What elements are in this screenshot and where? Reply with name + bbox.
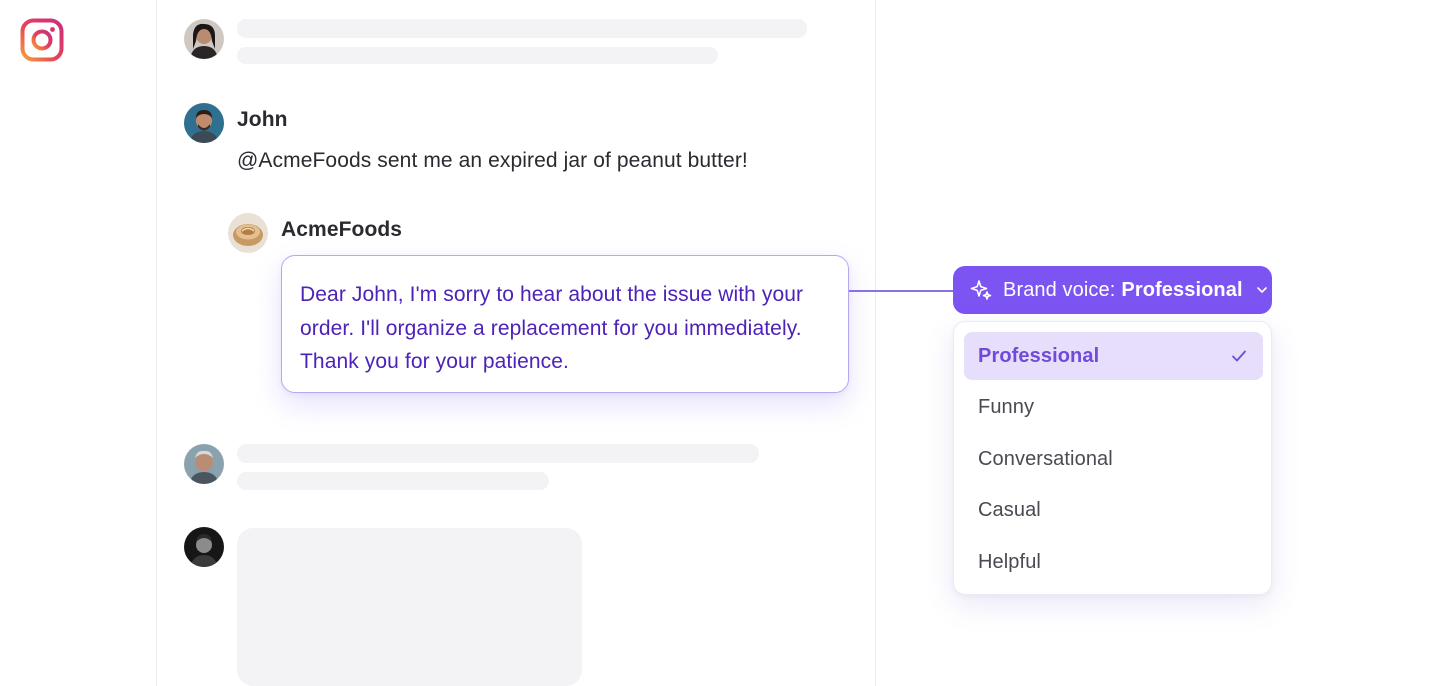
brand-voice-button[interactable]: Brand voice: Professional [953, 266, 1272, 314]
avatar[interactable] [184, 527, 224, 567]
reply-author[interactable]: AcmeFoods [281, 218, 402, 242]
option-label: Professional [978, 344, 1100, 367]
option-professional[interactable]: Professional [964, 332, 1263, 380]
skeleton-line [237, 47, 718, 64]
skeleton-line [237, 19, 807, 38]
brand-voice-value: Professional [1121, 278, 1243, 301]
feed-divider-left [156, 0, 157, 686]
option-conversational[interactable]: Conversational [964, 435, 1263, 483]
option-label: Casual [978, 498, 1041, 521]
avatar[interactable] [184, 19, 224, 59]
skeleton-line [237, 444, 759, 463]
option-funny[interactable]: Funny [964, 383, 1263, 431]
avatar[interactable] [184, 103, 224, 143]
sparkle-icon [970, 280, 992, 300]
skeleton-line [237, 472, 549, 490]
option-label: Helpful [978, 550, 1041, 573]
option-casual[interactable]: Casual [964, 486, 1263, 534]
reply-text: Dear John, I'm sorry to hear about the i… [300, 283, 804, 373]
brand-voice-dropdown: Professional Funny Conversational Casual… [953, 321, 1272, 595]
left-rail [0, 0, 156, 686]
comment-text: @AcmeFoods sent me an expired jar of pea… [237, 149, 748, 172]
option-label: Conversational [978, 447, 1113, 470]
skeleton-media [237, 528, 582, 686]
option-label: Funny [978, 395, 1035, 418]
avatar[interactable] [184, 444, 224, 484]
check-icon [1232, 350, 1246, 362]
reply-suggestion-card[interactable]: Dear John, I'm sorry to hear about the i… [281, 255, 849, 393]
connector-line [849, 290, 953, 292]
instagram-icon[interactable] [20, 18, 64, 62]
option-helpful[interactable]: Helpful [964, 538, 1263, 586]
feed-divider-right [875, 0, 876, 686]
brand-avatar[interactable] [228, 213, 268, 253]
page: John @AcmeFoods sent me an expired jar o… [0, 0, 1440, 686]
comment-author[interactable]: John [237, 108, 288, 132]
brand-voice-label: Brand voice: [1003, 278, 1116, 301]
chevron-down-icon [1256, 287, 1267, 293]
